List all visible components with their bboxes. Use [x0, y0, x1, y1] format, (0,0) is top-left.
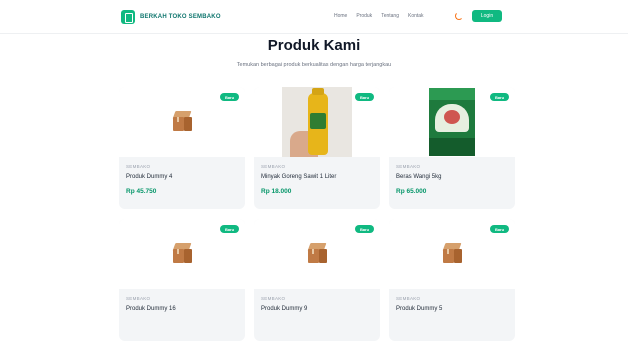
- brand[interactable]: BERKAH TOKO SEMBAKO: [121, 10, 221, 24]
- product-price: Rp 18.000: [261, 188, 292, 195]
- rice-bag-image: [429, 88, 475, 156]
- box-icon: [441, 243, 463, 265]
- new-badge: Baru: [355, 93, 374, 101]
- product-name[interactable]: Produk Dummy 16: [126, 306, 176, 312]
- product-card[interactable]: Baru Sembako Produk Dummy 9: [254, 219, 380, 341]
- box-icon: [171, 111, 193, 133]
- product-category: Sembako: [261, 164, 286, 169]
- product-card[interactable]: Baru Sembako Minyak Goreng Sawit 1 Liter…: [254, 87, 380, 209]
- page-subtitle: Temukan berbagai produk berkualitas deng…: [236, 62, 392, 68]
- product-category: Sembako: [396, 164, 421, 169]
- new-badge: Baru: [490, 93, 509, 101]
- product-card[interactable]: Baru Sembako Produk Dummy 16: [119, 219, 245, 341]
- product-name[interactable]: Beras Wangi 5kg: [396, 174, 441, 180]
- box-icon: [171, 243, 193, 265]
- nav-links: Home Produk Tentang Kontak: [334, 13, 424, 19]
- box-icon: [306, 243, 328, 265]
- product-category: Sembako: [126, 164, 151, 169]
- product-price: Rp 65.000: [396, 188, 427, 195]
- product-name[interactable]: Produk Dummy 4: [126, 174, 172, 180]
- product-category: Sembako: [396, 296, 421, 301]
- product-card[interactable]: Baru Sembako Produk Dummy 5: [389, 219, 515, 341]
- login-button[interactable]: Login: [472, 10, 502, 22]
- nav-link-home[interactable]: Home: [334, 13, 347, 19]
- nav-link-kontak[interactable]: Kontak: [408, 13, 424, 19]
- theme-toggle-icon[interactable]: [455, 12, 463, 20]
- page-title: Produk Kami: [267, 37, 361, 54]
- oil-bottle-image: [282, 87, 352, 157]
- brand-name: BERKAH TOKO SEMBAKO: [140, 14, 221, 20]
- product-name[interactable]: Minyak Goreng Sawit 1 Liter: [261, 174, 336, 180]
- product-card[interactable]: Baru Sembako Beras Wangi 5kg Rp 65.000: [389, 87, 515, 209]
- product-category: Sembako: [126, 296, 151, 301]
- product-price: Rp 45.750: [126, 188, 157, 195]
- product-name[interactable]: Produk Dummy 9: [261, 306, 307, 312]
- new-badge: Baru: [355, 225, 374, 233]
- product-name[interactable]: Produk Dummy 5: [396, 306, 442, 312]
- new-badge: Baru: [490, 225, 509, 233]
- product-category: Sembako: [261, 296, 286, 301]
- nav-link-produk[interactable]: Produk: [356, 13, 372, 19]
- navbar: BERKAH TOKO SEMBAKO Home Produk Tentang …: [0, 0, 628, 34]
- new-badge: Baru: [220, 93, 239, 101]
- new-badge: Baru: [220, 225, 239, 233]
- nav-link-tentang[interactable]: Tentang: [381, 13, 399, 19]
- store-logo-icon: [121, 10, 135, 24]
- product-card[interactable]: Baru Sembako Produk Dummy 4 Rp 45.750: [119, 87, 245, 209]
